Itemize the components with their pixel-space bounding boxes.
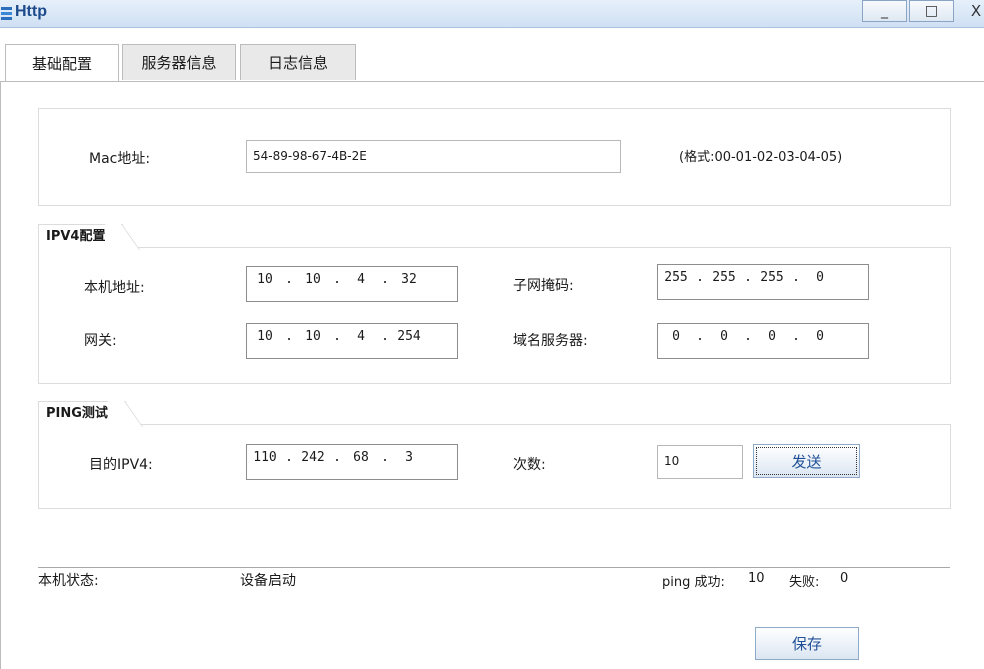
gateway-input[interactable]: 10. 10. 4. 254 bbox=[246, 323, 458, 359]
send-button[interactable]: 发送 bbox=[753, 444, 860, 478]
status-label: 本机状态: bbox=[38, 573, 99, 589]
ip-octet: 10 bbox=[305, 272, 321, 287]
ip-octet: 242 bbox=[301, 450, 325, 465]
mac-format-hint: (格式:00-01-02-03-04-05) bbox=[679, 150, 843, 165]
ping-count-input[interactable]: 10 bbox=[657, 445, 743, 479]
ip-octet: 0 bbox=[720, 329, 728, 344]
ip-octet: 10 bbox=[257, 272, 273, 287]
minimize-button[interactable]: _ bbox=[862, 0, 907, 22]
ping-legend: PING测试 bbox=[38, 401, 126, 426]
maximize-icon: □ bbox=[924, 3, 939, 19]
close-icon: X bbox=[970, 2, 982, 20]
dns-server-input[interactable]: 0. 0. 0. 0 bbox=[657, 323, 869, 359]
ip-octet: 0 bbox=[816, 329, 824, 344]
ip-octet: 4 bbox=[357, 272, 365, 287]
ping-panel: 目的IPV4: 110. 242. 68. 3 次数: 10 发送 bbox=[38, 424, 951, 509]
minimize-icon: _ bbox=[881, 3, 888, 19]
title-bar: Http _ □ X bbox=[0, 0, 984, 28]
target-ip-input[interactable]: 110. 242. 68. 3 bbox=[246, 444, 458, 480]
subnet-mask-label: 子网掩码: bbox=[513, 278, 574, 294]
ip-octet: 0 bbox=[768, 329, 776, 344]
ping-success-count: 10 bbox=[748, 571, 765, 586]
tab-basic-config[interactable]: 基础配置 bbox=[5, 44, 119, 81]
ipv4-panel: 本机地址: 10. 10. 4. 32 子网掩码: 255. 255. 255.… bbox=[38, 247, 951, 384]
tab-bar: 基础配置 服务器信息 日志信息 bbox=[0, 44, 984, 82]
ip-octet: 10 bbox=[257, 329, 273, 344]
ip-octet: 110 bbox=[253, 450, 277, 465]
ip-octet: 0 bbox=[816, 270, 824, 285]
ping-success-label: ping 成功: bbox=[662, 575, 725, 590]
gateway-label: 网关: bbox=[84, 333, 117, 349]
status-divider bbox=[38, 567, 950, 568]
ip-octet: 32 bbox=[401, 272, 417, 287]
mac-label: Mac地址: bbox=[89, 151, 151, 167]
local-ip-input[interactable]: 10. 10. 4. 32 bbox=[246, 266, 458, 302]
ip-octet: 3 bbox=[405, 450, 413, 465]
tab-server-info[interactable]: 服务器信息 bbox=[122, 44, 236, 80]
subnet-mask-input[interactable]: 255. 255. 255. 0 bbox=[657, 264, 869, 300]
status-value: 设备启动 bbox=[240, 573, 296, 589]
ping-fail-count: 0 bbox=[840, 571, 849, 586]
dns-server-label: 域名服务器: bbox=[513, 333, 588, 349]
ip-octet: 0 bbox=[672, 329, 680, 344]
mac-input[interactable]: 54-89-98-67-4B-2E bbox=[246, 140, 621, 173]
tab-log-info[interactable]: 日志信息 bbox=[240, 44, 356, 80]
ip-octet: 4 bbox=[357, 329, 365, 344]
ip-octet: 255 bbox=[760, 270, 784, 285]
window-title: Http bbox=[15, 3, 47, 20]
ip-octet: 255 bbox=[712, 270, 736, 285]
ip-octet: 254 bbox=[397, 329, 421, 344]
save-button[interactable]: 保存 bbox=[755, 627, 859, 660]
ip-octet: 68 bbox=[353, 450, 369, 465]
ip-octet: 255 bbox=[664, 270, 688, 285]
target-ip-label: 目的IPV4: bbox=[89, 457, 153, 473]
local-ip-label: 本机地址: bbox=[84, 280, 145, 296]
ping-count-label: 次数: bbox=[513, 457, 546, 473]
app-icon bbox=[1, 7, 12, 20]
close-button[interactable]: X bbox=[956, 0, 984, 22]
ip-octet: 10 bbox=[305, 329, 321, 344]
ipv4-legend: IPV4配置 bbox=[38, 224, 124, 249]
maximize-button[interactable]: □ bbox=[909, 0, 954, 22]
ping-fail-label: 失败: bbox=[789, 575, 820, 590]
mac-panel: Mac地址: 54-89-98-67-4B-2E (格式:00-01-02-03… bbox=[38, 108, 951, 206]
